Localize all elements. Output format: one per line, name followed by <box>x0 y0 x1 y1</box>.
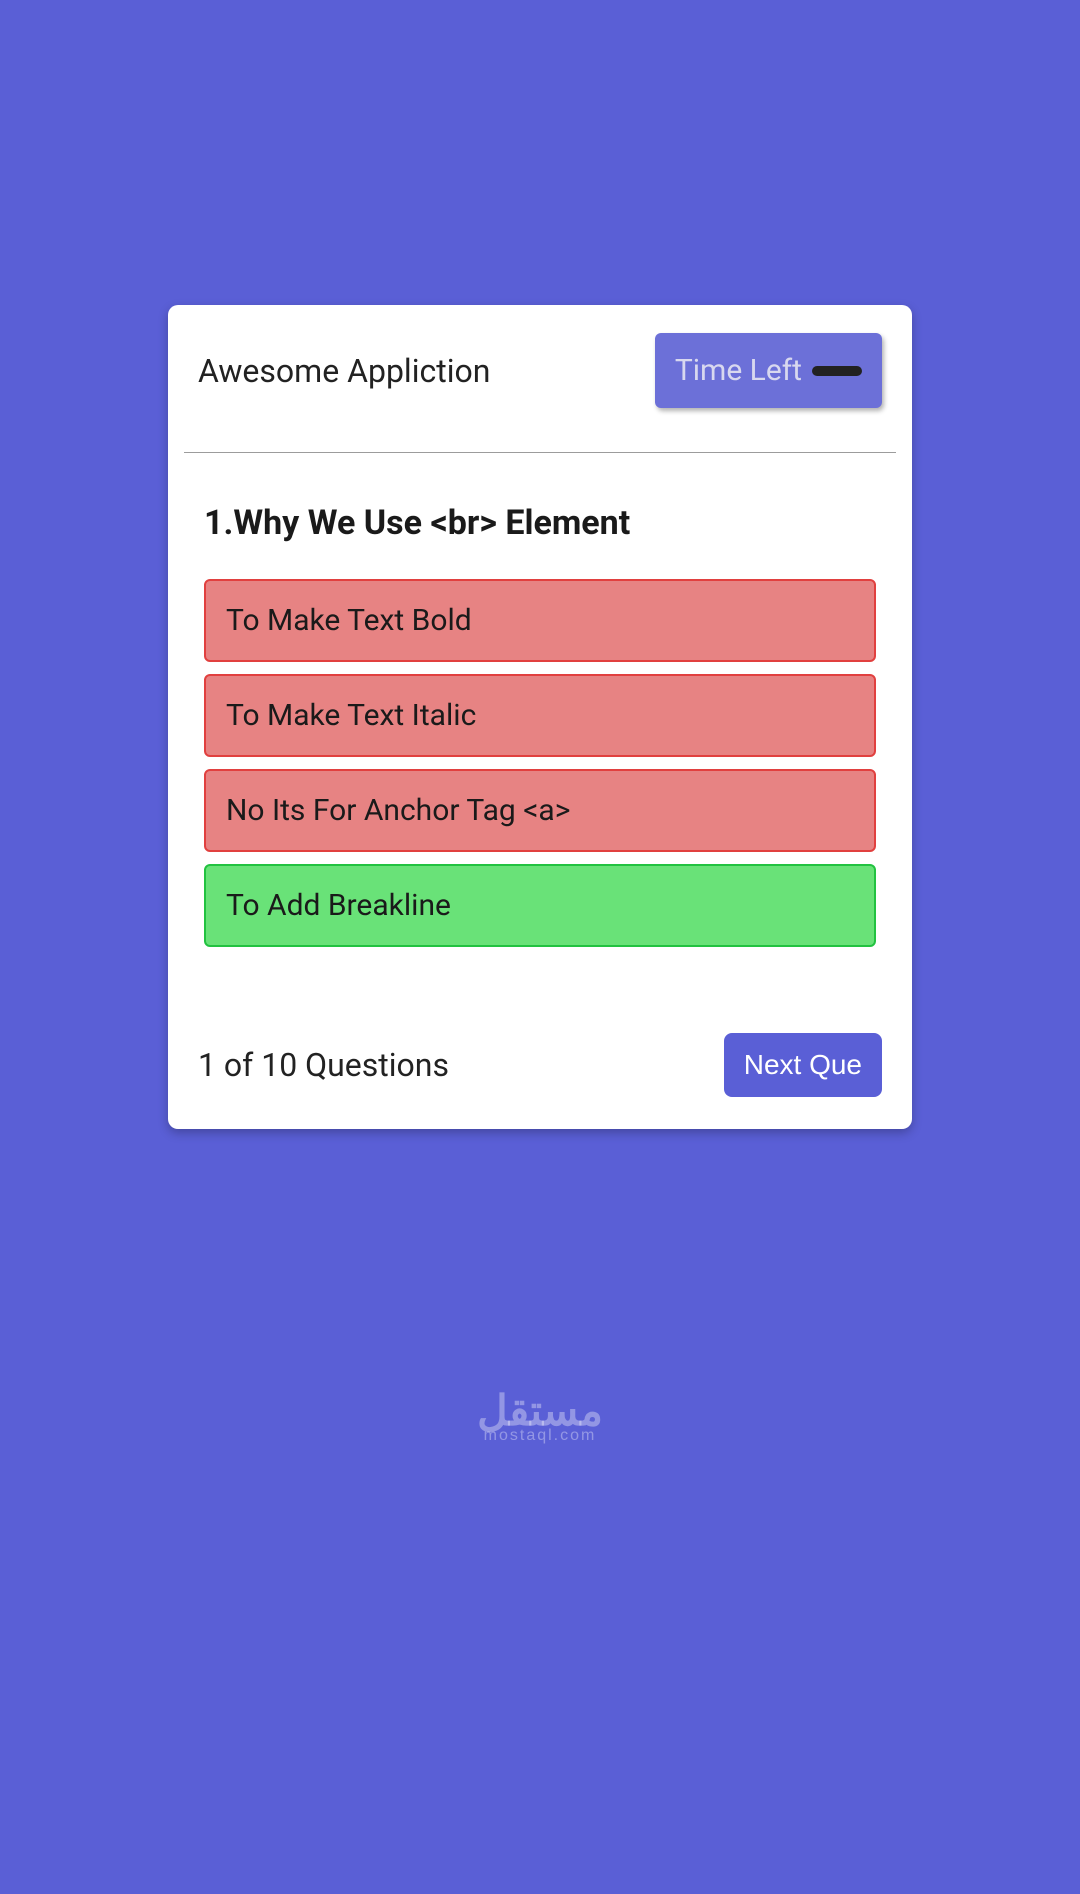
option-1[interactable]: To Make Text Bold <box>204 579 876 662</box>
card-footer: 1 of 10 Questions Next Que <box>184 967 896 1129</box>
option-4[interactable]: To Add Breakline <box>204 864 876 947</box>
next-question-button[interactable]: Next Que <box>724 1033 882 1097</box>
watermark-arabic: مستقل <box>477 1390 603 1432</box>
option-2[interactable]: To Make Text Italic <box>204 674 876 757</box>
option-3[interactable]: No Its For Anchor Tag <a> <box>204 769 876 852</box>
question-block: 1.Why We Use <br> Element To Make Text B… <box>184 453 896 967</box>
time-left-bar-icon <box>812 366 862 376</box>
time-left-label: Time Left <box>675 353 802 388</box>
quiz-card: Awesome Appliction Time Left 1.Why We Us… <box>168 305 912 1129</box>
question-text: 1.Why We Use <br> Element <box>204 503 876 543</box>
card-header: Awesome Appliction Time Left <box>184 305 896 432</box>
options-list: To Make Text Bold To Make Text Italic No… <box>204 579 876 947</box>
watermark: مستقل mostaql.com <box>477 1390 603 1444</box>
time-left-badge: Time Left <box>655 333 882 408</box>
progress-text: 1 of 10 Questions <box>198 1046 449 1084</box>
app-title: Awesome Appliction <box>198 352 490 390</box>
watermark-domain: mostaql.com <box>477 1428 603 1444</box>
